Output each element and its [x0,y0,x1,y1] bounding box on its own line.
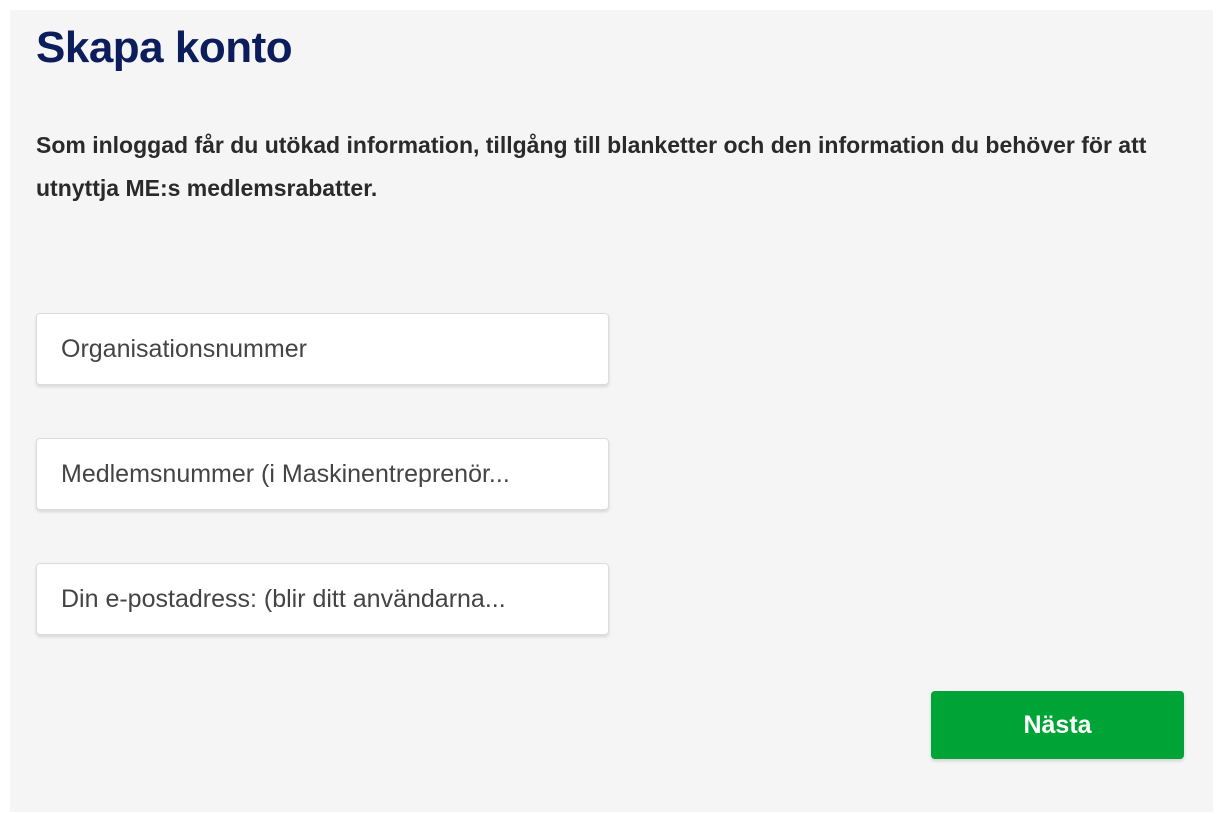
member-number-field[interactable] [36,438,609,510]
next-button[interactable]: Nästa [931,691,1184,759]
create-account-panel: Skapa konto Som inloggad får du utökad i… [10,10,1213,812]
organization-number-input[interactable] [37,314,608,384]
member-number-input[interactable] [37,439,608,509]
email-input[interactable] [37,564,608,634]
email-field[interactable] [36,563,609,635]
page-title: Skapa konto [36,23,293,72]
intro-text: Som inloggad får du utökad information, … [36,132,1147,201]
organization-number-field[interactable] [36,313,609,385]
